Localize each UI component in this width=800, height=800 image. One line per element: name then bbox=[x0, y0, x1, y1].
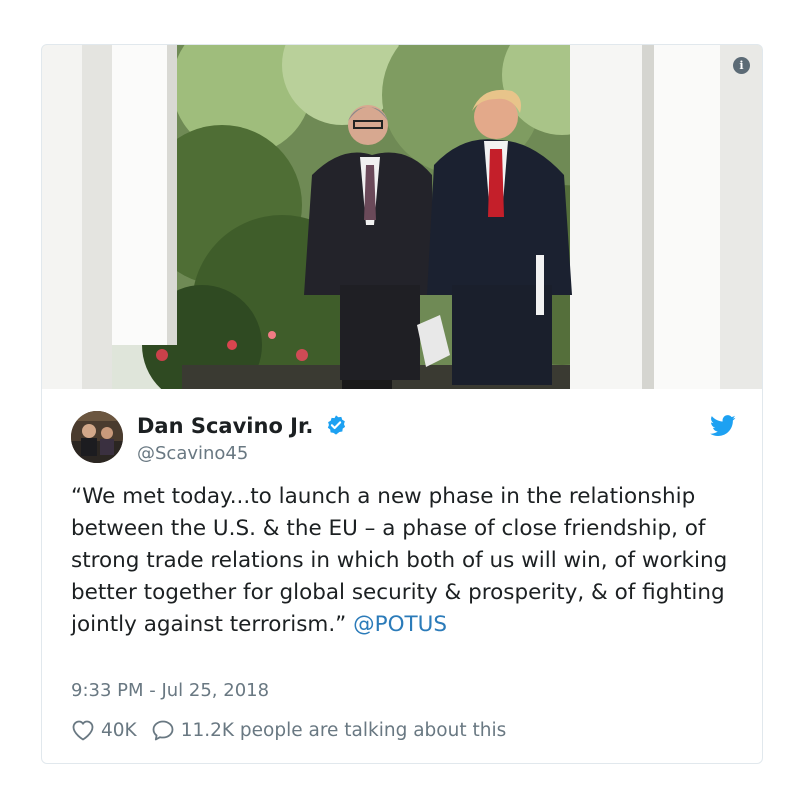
tweet-card[interactable]: i Dan Scavino Jr. @Scavino45 “We met tod… bbox=[41, 44, 763, 764]
author-handle[interactable]: @Scavino45 bbox=[137, 443, 248, 464]
mention-link[interactable]: @POTUS bbox=[353, 612, 447, 637]
tweet-actions: 40K 11.2K people are talking about this bbox=[71, 719, 520, 741]
tweet-timestamp[interactable]: 9:33 PM - Jul 25, 2018 bbox=[71, 680, 269, 701]
tweet-photo[interactable]: i bbox=[42, 45, 762, 389]
like-action[interactable]: 40K bbox=[71, 719, 137, 741]
heart-icon bbox=[72, 720, 94, 741]
twitter-bird-icon[interactable] bbox=[710, 415, 736, 441]
speech-bubble-icon bbox=[152, 720, 174, 741]
conversation-action[interactable]: 11.2K people are talking about this bbox=[151, 719, 507, 741]
like-count: 40K bbox=[101, 719, 137, 741]
conversation-text: 11.2K people are talking about this bbox=[180, 719, 507, 741]
tweet-text: “We met today...to launch a new phase in… bbox=[71, 481, 741, 641]
avatar-image bbox=[71, 411, 123, 463]
info-icon[interactable]: i bbox=[733, 57, 750, 74]
photo-illustration bbox=[42, 45, 762, 389]
author-name[interactable]: Dan Scavino Jr. bbox=[137, 414, 347, 441]
author-name-text[interactable]: Dan Scavino Jr. bbox=[137, 414, 313, 438]
avatar[interactable] bbox=[71, 411, 123, 463]
tweet-header: Dan Scavino Jr. @Scavino45 bbox=[71, 411, 736, 471]
verified-badge-icon bbox=[325, 414, 347, 441]
